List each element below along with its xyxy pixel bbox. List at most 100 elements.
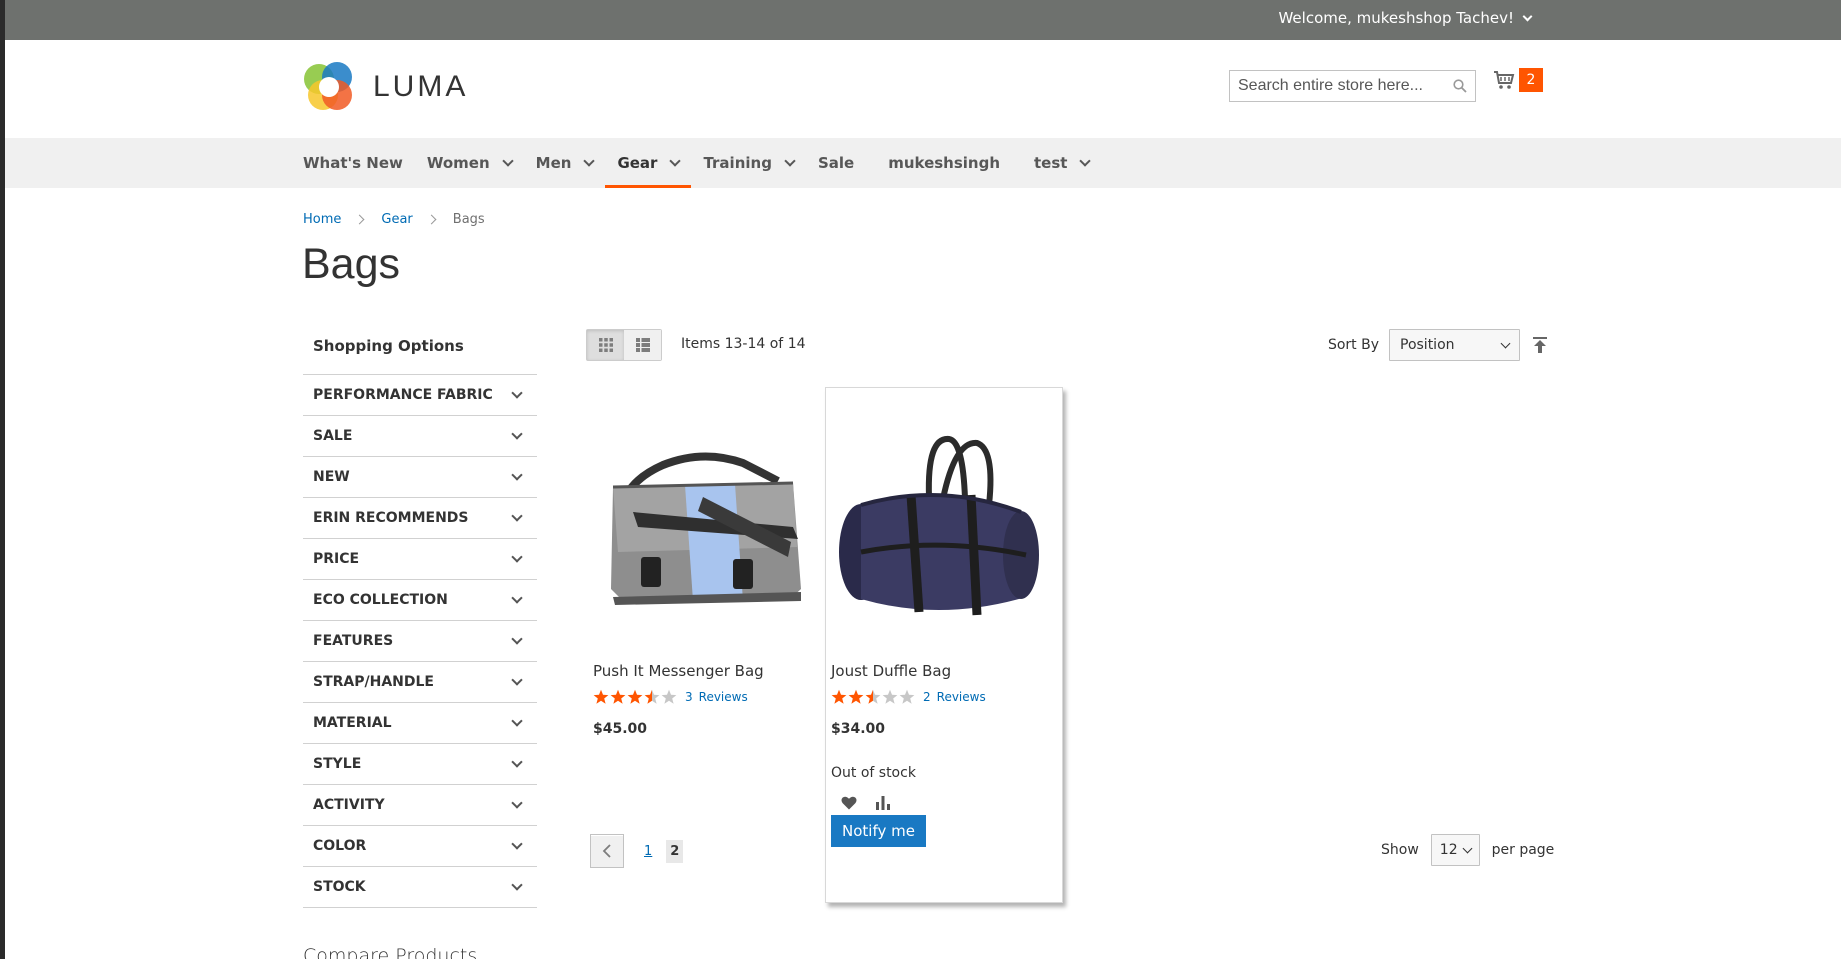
- filter-activity[interactable]: ACTIVITY: [303, 785, 537, 826]
- reviews-link[interactable]: Reviews: [937, 690, 986, 704]
- filter-new[interactable]: NEW: [303, 457, 537, 498]
- breadcrumb-home[interactable]: Home: [303, 212, 341, 227]
- filter-label: FEATURES: [313, 633, 394, 649]
- toolbar-top: Items 13-14 of 14 Sort By Position: [586, 329, 1548, 363]
- nav-item-training[interactable]: Training: [691, 138, 805, 188]
- luma-logo-icon: [304, 62, 352, 110]
- chevron-down-icon: [511, 509, 523, 522]
- filter-stock[interactable]: STOCK: [303, 867, 537, 908]
- filter-price[interactable]: PRICE: [303, 539, 537, 580]
- nav-label: What's New: [303, 154, 403, 172]
- chevron-down-icon: [511, 550, 523, 563]
- welcome-menu[interactable]: Welcome, mukeshshop Tachev!: [1278, 9, 1533, 27]
- pagination: 1 2: [590, 834, 684, 868]
- reviews-link[interactable]: Reviews: [699, 690, 748, 704]
- chevron-down-icon: [583, 154, 596, 167]
- shopping-options-title: Shopping Options: [303, 335, 537, 375]
- nav-item-gear[interactable]: Gear: [605, 138, 692, 188]
- filter-sale[interactable]: SALE: [303, 416, 537, 457]
- nav-label: Sale: [817, 154, 855, 172]
- filter-label: STOCK: [313, 879, 366, 895]
- filter-label: MATERIAL: [313, 715, 392, 731]
- star-full-icon: [831, 689, 847, 704]
- filter-features[interactable]: FEATURES: [303, 621, 537, 662]
- grid-view-button[interactable]: [587, 330, 624, 360]
- nav-item-sale[interactable]: Sale: [806, 138, 866, 188]
- sorter: Sort By Position: [1328, 329, 1548, 361]
- chevron-down-icon: [511, 755, 523, 768]
- minicart[interactable]: 2: [1493, 68, 1543, 92]
- main-nav: What's New Women Men Gear Training Sale …: [5, 138, 1841, 188]
- filter-strap-handle[interactable]: STRAP/HANDLE: [303, 662, 537, 703]
- rating-stars: [831, 689, 915, 705]
- filter-material[interactable]: MATERIAL: [303, 703, 537, 744]
- product-image[interactable]: [831, 387, 1051, 657]
- product-rating: 2 Reviews: [831, 689, 1065, 705]
- chevron-down-icon: [511, 714, 523, 727]
- nav-label: test: [1034, 154, 1068, 172]
- filter-label: PERFORMANCE FABRIC: [313, 387, 493, 403]
- product-item: Joust Duffle Bag 2 Reviews $34.00 Out of…: [831, 387, 1065, 847]
- view-mode-switcher: [586, 329, 662, 361]
- product-image[interactable]: [593, 387, 813, 657]
- product-name-link[interactable]: Joust Duffle Bag: [831, 662, 1065, 680]
- nav-item-test[interactable]: test: [1012, 138, 1101, 188]
- filter-color[interactable]: COLOR: [303, 826, 537, 867]
- chevron-down-icon: [501, 154, 514, 167]
- reviews-count[interactable]: 2: [923, 690, 931, 704]
- product-name-link[interactable]: Push It Messenger Bag: [593, 662, 827, 680]
- chevron-right-icon: [426, 214, 437, 225]
- star-half-icon: [644, 689, 660, 704]
- reviews-count[interactable]: 3: [685, 690, 693, 704]
- page-link-1[interactable]: 1: [644, 844, 652, 859]
- heart-icon[interactable]: [841, 796, 857, 810]
- chevron-down-icon: [1462, 843, 1473, 853]
- filter-label: ACTIVITY: [313, 797, 385, 813]
- per-page-label: per page: [1491, 842, 1555, 858]
- duffle-bag-image: [839, 436, 1039, 616]
- sort-ascending-icon[interactable]: [1532, 336, 1548, 354]
- chevron-down-icon: [669, 154, 682, 167]
- cart-count-badge: 2: [1519, 68, 1543, 92]
- show-label: Show: [1381, 842, 1419, 858]
- sort-by-value: Position: [1400, 337, 1455, 353]
- search-input[interactable]: [1238, 77, 1448, 95]
- breadcrumb-current: Bags: [452, 212, 485, 227]
- filter-label: PRICE: [313, 551, 360, 567]
- chevron-down-icon: [511, 878, 523, 891]
- limiter: Show 12 per page: [1381, 834, 1554, 866]
- chevron-down-icon: [784, 154, 796, 167]
- layered-navigation: Shopping Options PERFORMANCE FABRIC SALE…: [303, 335, 537, 908]
- logo[interactable]: LUMA: [303, 61, 468, 113]
- filter-label: ERIN RECOMMENDS: [313, 510, 469, 526]
- nav-label: Training: [703, 154, 772, 172]
- toolbar-amount: Items 13-14 of 14: [681, 336, 806, 352]
- filter-eco-collection[interactable]: ECO COLLECTION: [303, 580, 537, 621]
- nav-item-whats-new[interactable]: What's New: [303, 138, 415, 188]
- breadcrumb-gear[interactable]: Gear: [381, 212, 412, 227]
- nav-item-women[interactable]: Women: [415, 138, 524, 188]
- chevron-down-icon: [511, 468, 523, 481]
- limiter-select[interactable]: 12: [1430, 834, 1480, 866]
- product-price: $45.00: [593, 721, 648, 737]
- filter-style[interactable]: STYLE: [303, 744, 537, 785]
- filter-label: ECO COLLECTION: [313, 592, 448, 608]
- nav-item-mukeshsingh[interactable]: mukeshsingh: [866, 138, 1012, 188]
- nav-item-men[interactable]: Men: [524, 138, 606, 188]
- search-icon[interactable]: [1453, 79, 1467, 93]
- star-empty-icon: [882, 689, 898, 704]
- nav-label: Gear: [617, 154, 658, 172]
- star-full-icon: [848, 689, 864, 704]
- filter-erin-recommends[interactable]: ERIN RECOMMENDS: [303, 498, 537, 539]
- notify-me-button[interactable]: Notify me: [831, 815, 926, 847]
- sort-by-label: Sort By: [1327, 337, 1379, 353]
- nav-label: mukeshsingh: [888, 154, 1001, 172]
- filter-performance-fabric[interactable]: PERFORMANCE FABRIC: [303, 375, 537, 416]
- welcome-text: Welcome, mukeshshop Tachev!: [1278, 9, 1514, 27]
- compare-icon[interactable]: [875, 796, 891, 810]
- top-bar: Welcome, mukeshshop Tachev!: [5, 0, 1841, 40]
- list-view-button[interactable]: [624, 330, 661, 360]
- previous-page-button[interactable]: [590, 834, 624, 868]
- star-full-icon: [627, 689, 643, 704]
- sort-by-select[interactable]: Position: [1389, 329, 1520, 361]
